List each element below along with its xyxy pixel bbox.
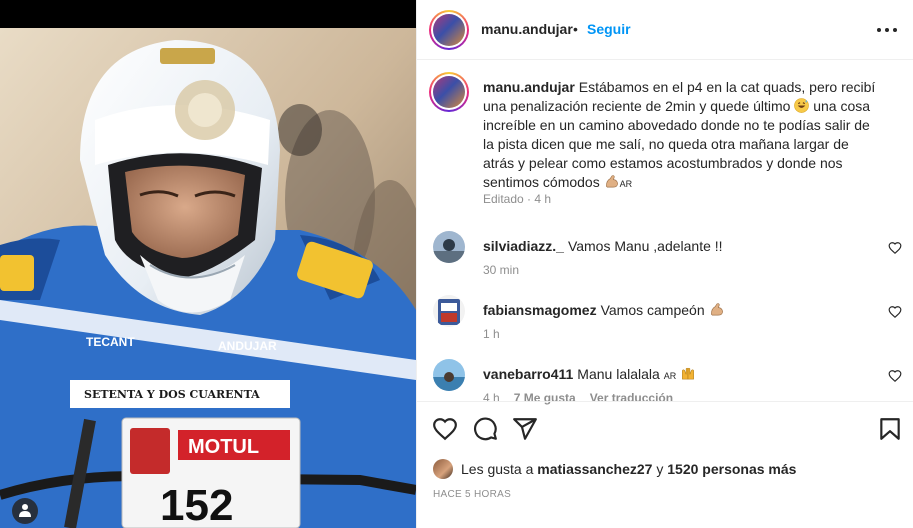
comment-text: Manu lalalala — [577, 366, 660, 382]
follow-button[interactable]: Seguir — [587, 21, 631, 37]
raising-hands-emoji-icon — [682, 367, 694, 380]
caption-meta: Editado · 4 h — [483, 192, 552, 206]
comment-avatar[interactable] — [433, 295, 465, 327]
caption-username[interactable]: manu.andujar — [483, 79, 575, 95]
comment-line: vanebarro411 Manu lalalala AR — [483, 366, 696, 382]
flag-ar: AR — [619, 179, 633, 189]
comment-line: fabiansmagomez Vamos campeón — [483, 302, 725, 318]
like-comment-heart-icon[interactable] — [888, 369, 902, 383]
likes-connector: y — [656, 461, 664, 477]
comment-bubble-icon[interactable] — [472, 416, 498, 442]
avatar-image — [433, 359, 465, 391]
comment-username[interactable]: vanebarro411 — [483, 366, 573, 382]
like-comment-heart-icon[interactable] — [888, 305, 902, 319]
rider-photo: SETENTA Y DOS CUARENTA TECANT ANDUJAR MO… — [0, 0, 416, 528]
comment-username[interactable]: silviadiazz._ — [483, 238, 564, 254]
flexed-biceps-emoji-icon — [710, 303, 723, 316]
comment-meta: 1 h — [483, 327, 500, 341]
like-comment-heart-icon[interactable] — [888, 241, 902, 255]
plate-number: 152 — [160, 481, 233, 528]
jersey-name: ANDUJAR — [218, 339, 277, 353]
avatar-image — [433, 231, 465, 263]
more-options-icon[interactable] — [876, 20, 898, 38]
likes-text[interactable]: Les gusta a matiassanchez27 y 1520 perso… — [461, 461, 796, 477]
save-bookmark-icon[interactable] — [877, 416, 903, 442]
post-photo[interactable]: SETENTA Y DOS CUARENTA TECANT ANDUJAR MO… — [0, 0, 416, 528]
comment-text: Vamos campeón — [600, 302, 705, 318]
caption-text-block: manu.andujar Estábamos en el p4 en la cat… — [483, 78, 883, 194]
likes-count[interactable]: 1520 personas más — [667, 461, 796, 477]
liker-username[interactable]: matiassanchez27 — [537, 461, 652, 477]
comment-meta: 30 min — [483, 263, 519, 277]
comment-item: fabiansmagomez Vamos campeón 1 h — [417, 295, 913, 351]
post-actions-bar — [417, 401, 913, 451]
author-username[interactable]: manu.andujar — [481, 21, 573, 37]
jersey-brand: TECANT — [86, 335, 135, 349]
flexed-biceps-emoji-icon — [605, 175, 618, 188]
post-details-panel: manu.andujar • Seguir manu.andujar Estába… — [416, 0, 913, 528]
comment-time[interactable]: 30 min — [483, 263, 519, 277]
caption-author-avatar[interactable] — [429, 72, 469, 112]
jersey-slogan: SETENTA Y DOS CUARENTA — [84, 388, 260, 401]
avatar-image — [433, 295, 465, 327]
comment-text: Vamos Manu ,adelante !! — [567, 238, 723, 254]
tagged-users-button[interactable] — [12, 498, 38, 524]
likes-prefix: Les gusta a — [461, 461, 534, 477]
comment-line: silviadiazz._ Vamos Manu ,adelante !! — [483, 238, 723, 254]
like-heart-icon[interactable] — [432, 416, 458, 442]
grinning-sweat-emoji-icon — [794, 98, 810, 113]
comment-avatar[interactable] — [433, 231, 465, 263]
flag-ar: AR — [663, 371, 677, 381]
author-avatar[interactable] — [429, 10, 469, 50]
comment-avatar[interactable] — [433, 359, 465, 391]
comment-time[interactable]: 1 h — [483, 327, 500, 341]
post-timestamp[interactable]: Hace 5 horas — [433, 489, 511, 500]
plate-brand: MOTUL — [188, 436, 259, 458]
share-paper-plane-icon[interactable] — [512, 416, 538, 442]
liker-avatar[interactable] — [433, 459, 453, 479]
person-icon — [19, 504, 31, 517]
comment-item: silviadiazz._ Vamos Manu ,adelante !! 30 … — [417, 231, 913, 287]
comment-username[interactable]: fabiansmagomez — [483, 302, 597, 318]
header-separator: • — [573, 21, 578, 37]
post-header: manu.andujar • Seguir — [417, 0, 913, 60]
